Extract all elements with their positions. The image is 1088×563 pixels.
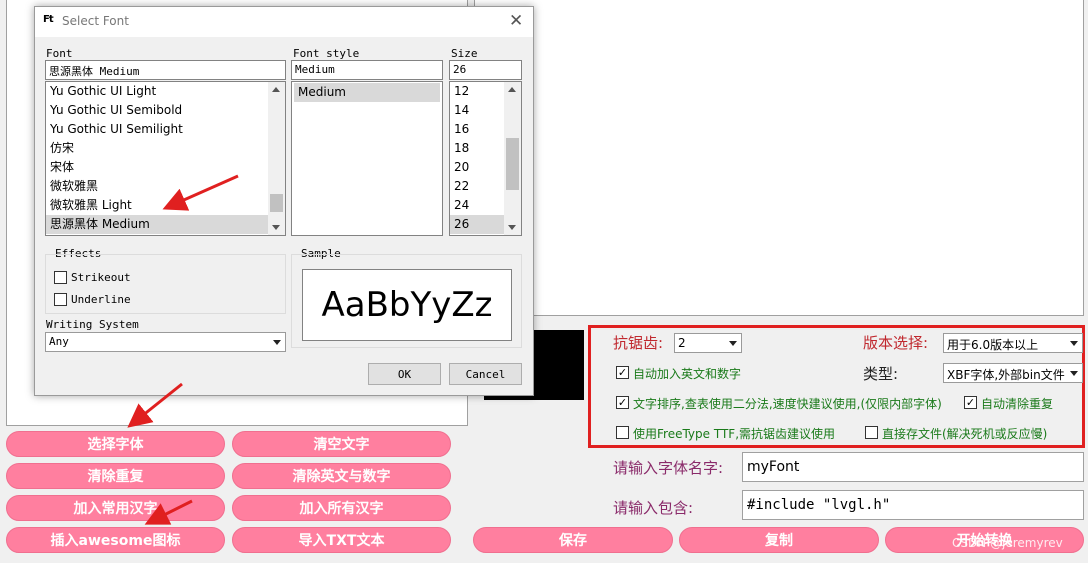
annotation-arrow-font [127, 174, 239, 525]
